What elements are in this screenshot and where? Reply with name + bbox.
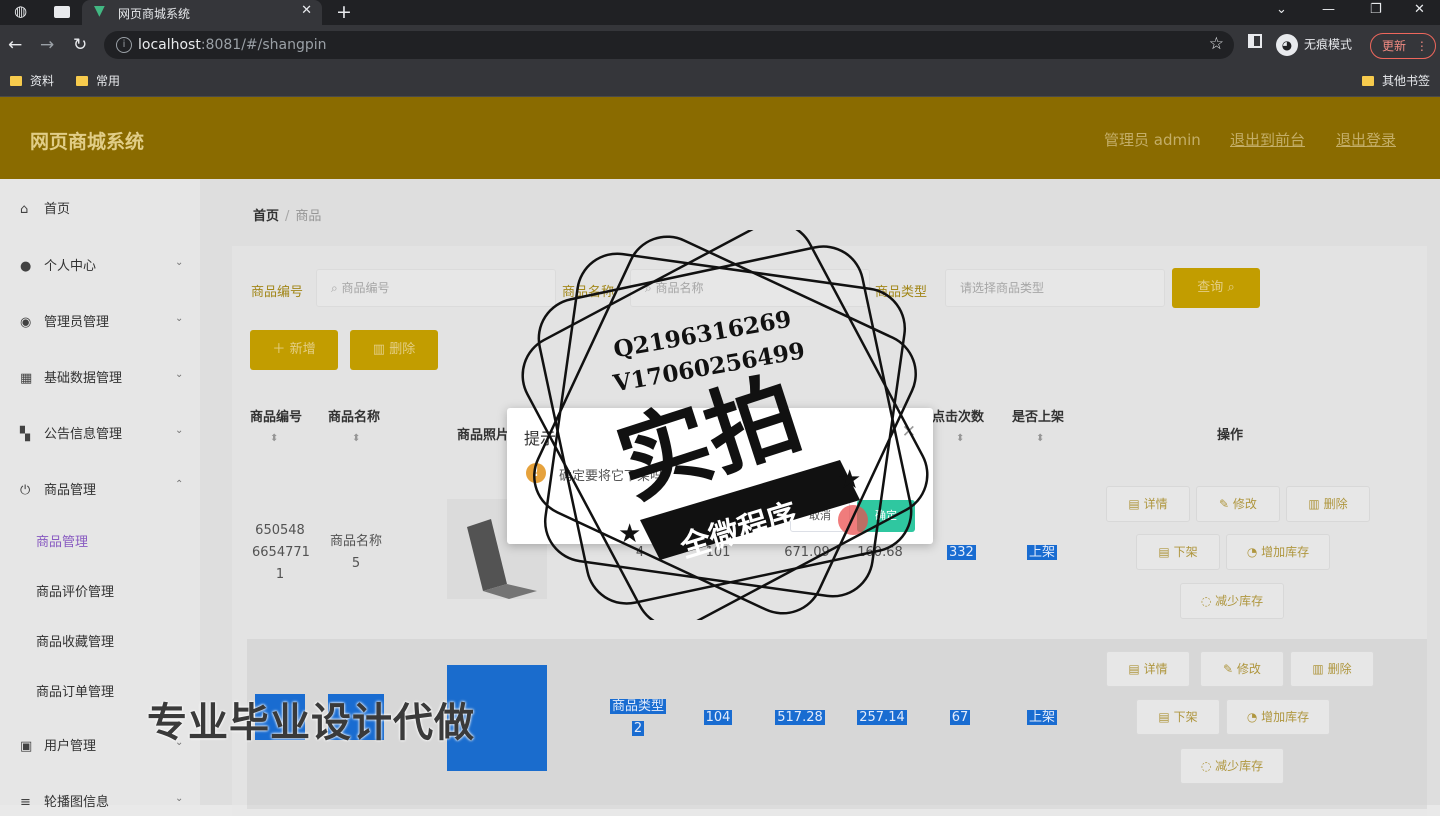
address-bar-row: ← → ↻ i localhost:8081/#/shangpin ☆ ◕ 无痕模… (0, 25, 1440, 65)
reload-icon[interactable]: ↻ (73, 35, 87, 55)
star-icon: ★ (838, 465, 861, 495)
restore-icon[interactable]: ❐ (1370, 2, 1382, 17)
watermark-stamp: Q2196316269 V17060256499 实拍 全微程序 ★ ★ (521, 230, 929, 620)
watermark-caption: 专业毕业设计代做 (147, 700, 475, 746)
bookmark-star-icon[interactable]: ☆ (1209, 34, 1224, 54)
info-icon[interactable]: i (116, 37, 132, 53)
tab-search-icon[interactable]: ⌄ (1276, 2, 1287, 17)
minimize-icon[interactable]: — (1322, 2, 1335, 17)
incognito-indicator[interactable]: ◕ 无痕模式 (1276, 34, 1352, 56)
bookmark-folder-1[interactable]: 资料 (10, 72, 54, 89)
vue-logo-icon: ▼ (94, 3, 105, 19)
tab-title: 网页商城系统 (118, 7, 191, 21)
tab-close-icon[interactable]: ✕ (301, 3, 312, 18)
star-icon: ★ (618, 519, 641, 549)
globe-icon[interactable]: ◍ (14, 2, 27, 20)
forward-icon[interactable]: → (40, 35, 54, 55)
window-icon[interactable] (54, 6, 70, 18)
update-button[interactable]: 更新 ⋮ (1370, 33, 1436, 59)
back-icon[interactable]: ← (8, 35, 22, 55)
new-tab-icon[interactable]: + (336, 1, 352, 23)
side-panel-icon[interactable] (1248, 34, 1262, 48)
url-field[interactable]: i localhost:8081/#/shangpin ☆ (104, 31, 1234, 59)
bookmark-folder-2[interactable]: 常用 (76, 72, 120, 89)
folder-icon (10, 76, 22, 86)
browser-tab-bar: ◍ ▼ 网页商城系统 ✕ + ⌄ — ❐ ✕ (0, 0, 1440, 25)
more-icon[interactable]: ⋮ (1416, 39, 1428, 53)
browser-tab[interactable]: ▼ 网页商城系统 ✕ (82, 0, 322, 25)
folder-icon (76, 76, 88, 86)
window-close-icon[interactable]: ✕ (1414, 2, 1425, 17)
bookmarks-bar: 资料 常用 其他书签 (0, 65, 1440, 97)
url-text[interactable]: localhost:8081/#/shangpin (138, 37, 327, 53)
folder-icon (1362, 76, 1374, 86)
other-bookmarks[interactable]: 其他书签 (1362, 72, 1430, 89)
incognito-icon: ◕ (1276, 34, 1298, 56)
